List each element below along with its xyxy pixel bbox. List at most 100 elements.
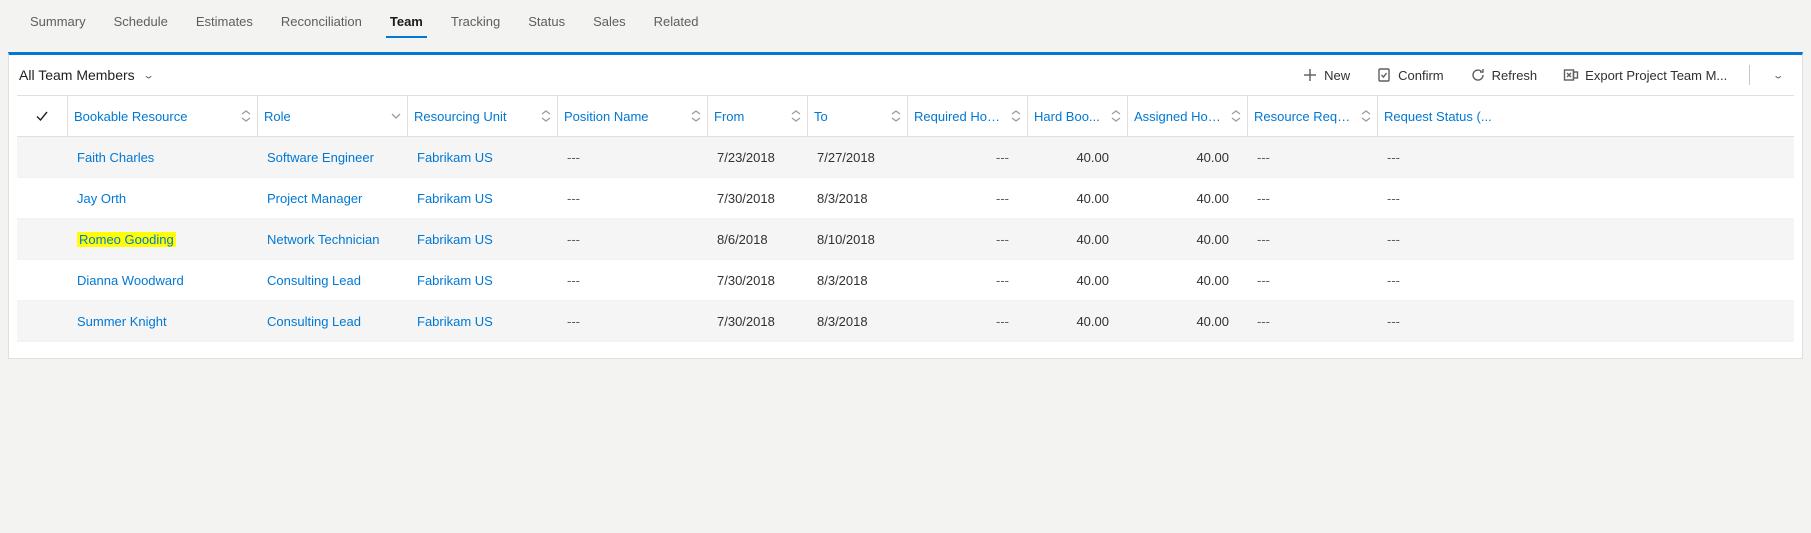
table-row[interactable]: Summer KnightConsulting LeadFabrikam US-… <box>17 301 1794 342</box>
tab-tracking[interactable]: Tracking <box>437 0 514 44</box>
cell-required: --- <box>907 301 1027 341</box>
tab-reconciliation[interactable]: Reconciliation <box>267 0 376 44</box>
refresh-button[interactable]: Refresh <box>1462 63 1546 87</box>
column-label: Hard Boo... <box>1034 109 1100 124</box>
cell-required: --- <box>907 178 1027 218</box>
view-selector[interactable]: All Team Members ⌄ <box>19 67 154 84</box>
grid-header-row: Bookable Resource RoleResourcing Unit Posi… <box>17 95 1794 137</box>
chevron-down-icon: ⌄ <box>1772 69 1784 81</box>
tab-team[interactable]: Team <box>376 0 437 44</box>
cell-resource-requirement: --- <box>1247 137 1377 177</box>
tab-schedule[interactable]: Schedule <box>100 0 182 44</box>
column-header[interactable]: Request Status (... <box>1377 96 1517 136</box>
cell-assigned: 40.00 <box>1127 219 1247 259</box>
sort-icon <box>241 110 251 122</box>
cell-request-status: --- <box>1377 137 1517 177</box>
cell-from: 7/30/2018 <box>707 260 807 300</box>
sort-icon <box>891 110 901 122</box>
column-header[interactable]: Resourcing Unit <box>407 96 557 136</box>
confirm-button[interactable]: Confirm <box>1368 63 1452 87</box>
cell-role[interactable]: Project Manager <box>257 178 407 218</box>
export-button[interactable]: Export Project Team M... <box>1555 63 1735 87</box>
cell-to: 8/3/2018 <box>807 260 907 300</box>
cell-unit[interactable]: Fabrikam US <box>407 260 557 300</box>
column-header[interactable]: Required Hours <box>907 96 1027 136</box>
column-header[interactable]: Bookable Resource <box>67 96 257 136</box>
cell-hard-booked: 40.00 <box>1027 178 1127 218</box>
cell-resource[interactable]: Jay Orth <box>67 178 257 218</box>
cell-from: 7/30/2018 <box>707 178 807 218</box>
cell-resource[interactable]: Faith Charles <box>67 137 257 177</box>
table-row[interactable]: Dianna WoodwardConsulting LeadFabrikam U… <box>17 260 1794 301</box>
column-header[interactable]: Role <box>257 96 407 136</box>
column-label: Position Name <box>564 109 649 124</box>
cell-unit[interactable]: Fabrikam US <box>407 178 557 218</box>
table-row[interactable]: Faith CharlesSoftware EngineerFabrikam U… <box>17 137 1794 178</box>
cell-hard-booked: 40.00 <box>1027 301 1127 341</box>
refresh-label: Refresh <box>1492 68 1538 83</box>
tab-status[interactable]: Status <box>514 0 579 44</box>
new-button[interactable]: New <box>1294 63 1358 87</box>
cell-to: 8/10/2018 <box>807 219 907 259</box>
cell-from: 7/30/2018 <box>707 301 807 341</box>
cell-unit[interactable]: Fabrikam US <box>407 301 557 341</box>
tab-sales[interactable]: Sales <box>579 0 640 44</box>
cell-resource-requirement: --- <box>1247 219 1377 259</box>
cell-hard-booked: 40.00 <box>1027 137 1127 177</box>
cell-request-status: --- <box>1377 219 1517 259</box>
column-label: From <box>714 109 744 124</box>
tab-estimates[interactable]: Estimates <box>182 0 267 44</box>
sort-icon <box>691 110 701 122</box>
chevron-down-icon: ⌄ <box>143 69 155 81</box>
column-header[interactable]: To <box>807 96 907 136</box>
row-selector[interactable] <box>17 137 67 177</box>
cell-resource[interactable]: Dianna Woodward <box>67 260 257 300</box>
plus-icon <box>1302 67 1318 83</box>
cell-resource[interactable]: Summer Knight <box>67 301 257 341</box>
new-label: New <box>1324 68 1350 83</box>
cell-unit[interactable]: Fabrikam US <box>407 137 557 177</box>
cell-assigned: 40.00 <box>1127 137 1247 177</box>
cell-from: 8/6/2018 <box>707 219 807 259</box>
column-header[interactable]: Resource Require... <box>1247 96 1377 136</box>
cell-role[interactable]: Consulting Lead <box>257 260 407 300</box>
row-selector[interactable] <box>17 301 67 341</box>
select-all-column[interactable] <box>17 96 67 136</box>
cell-assigned: 40.00 <box>1127 178 1247 218</box>
column-label: Request Status (... <box>1384 109 1492 124</box>
column-label: Assigned Hours <box>1134 109 1225 124</box>
cell-role[interactable]: Consulting Lead <box>257 301 407 341</box>
cell-resource[interactable]: Romeo Gooding <box>67 219 257 259</box>
cell-role[interactable]: Software Engineer <box>257 137 407 177</box>
row-selector[interactable] <box>17 260 67 300</box>
cell-unit[interactable]: Fabrikam US <box>407 219 557 259</box>
cell-to: 8/3/2018 <box>807 301 907 341</box>
tab-summary[interactable]: Summary <box>16 0 100 44</box>
column-header[interactable]: Position Name <box>557 96 707 136</box>
cell-request-status: --- <box>1377 260 1517 300</box>
cell-position: --- <box>557 301 707 341</box>
tab-related[interactable]: Related <box>640 0 713 44</box>
cell-hard-booked: 40.00 <box>1027 260 1127 300</box>
column-label: Bookable Resource <box>74 109 187 124</box>
column-header[interactable]: Hard Boo... <box>1027 96 1127 136</box>
row-selector[interactable] <box>17 219 67 259</box>
sort-icon <box>541 110 551 122</box>
toolbar-separator <box>1749 65 1750 85</box>
command-bar: New Confirm Refresh Export Project Team … <box>1294 63 1792 88</box>
cell-required: --- <box>907 260 1027 300</box>
column-header[interactable]: Assigned Hours <box>1127 96 1247 136</box>
table-row[interactable]: Romeo GoodingNetwork TechnicianFabrikam … <box>17 219 1794 260</box>
clipboard-check-icon <box>1376 67 1392 83</box>
cell-required: --- <box>907 219 1027 259</box>
sort-icon <box>1011 110 1021 122</box>
cell-position: --- <box>557 178 707 218</box>
cell-role[interactable]: Network Technician <box>257 219 407 259</box>
column-label: Resource Require... <box>1254 109 1355 124</box>
column-label: To <box>814 109 828 124</box>
row-selector[interactable] <box>17 178 67 218</box>
entity-tabs: SummaryScheduleEstimatesReconciliationTe… <box>0 0 1811 44</box>
column-header[interactable]: From <box>707 96 807 136</box>
table-row[interactable]: Jay OrthProject ManagerFabrikam US---7/3… <box>17 178 1794 219</box>
more-commands-button[interactable]: ⌄ <box>1764 63 1792 88</box>
